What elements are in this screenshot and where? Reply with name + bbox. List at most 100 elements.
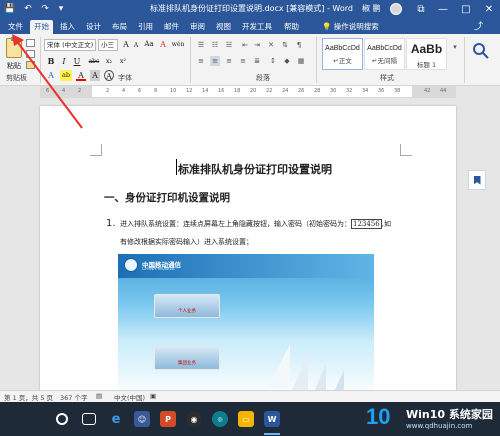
redo-icon[interactable]: ↷ — [38, 2, 52, 16]
proofing-icon[interactable]: ▤ — [96, 392, 102, 400]
list-item-line-2[interactable]: 有修改根据实际密码输入）进入系统设置； — [120, 237, 253, 247]
document-canvas[interactable]: 标准排队机身份证打印设置说明 一、身份证打印机设置说明 1. 进入排队系统设置：… — [0, 98, 500, 406]
maximize-button[interactable]: □ — [455, 0, 477, 18]
horizontal-ruler[interactable]: 6 4 2 2 4 6 8 10 12 14 16 18 20 22 24 26… — [40, 86, 456, 98]
copy-icon[interactable] — [26, 50, 35, 58]
phonetic-guide-button[interactable]: wén — [170, 39, 186, 50]
enclose-characters-button[interactable]: A — [104, 70, 114, 81]
document-section-heading[interactable]: 一、身份证打印机设置说明 — [104, 190, 230, 205]
paste-icon[interactable] — [6, 37, 22, 58]
avatar[interactable] — [390, 3, 402, 15]
subscript-button[interactable]: x₂ — [103, 56, 115, 67]
tab-developer[interactable]: 开发工具 — [238, 20, 276, 34]
tab-design[interactable]: 设计 — [82, 20, 105, 34]
justify-icon[interactable]: ≡ — [238, 56, 248, 66]
active-app-indicator — [264, 433, 280, 435]
show-marks-icon[interactable]: ¶ — [294, 40, 304, 50]
change-case-button[interactable]: Aa — [142, 39, 156, 50]
tab-help[interactable]: 帮助 — [280, 20, 303, 34]
page-count[interactable]: 第 1 页，共 5 页 — [4, 392, 53, 402]
list-item-line-1[interactable]: 进入排队系统设置：连续点屏幕左上角隐藏按钮，输入密码（初始密码为： 123456,… — [120, 219, 391, 229]
accessibility-icon[interactable]: ▣ — [150, 392, 156, 400]
file-explorer-icon[interactable]: ▭ — [238, 411, 254, 427]
chinese-layout-icon[interactable]: ✕ — [266, 40, 276, 50]
tab-file[interactable]: 文件 — [4, 20, 27, 34]
strikethrough-button[interactable]: abc — [87, 56, 101, 67]
find-icon[interactable] — [472, 42, 490, 60]
ruler-number: 36 — [378, 88, 385, 94]
tab-review[interactable]: 审阅 — [186, 20, 209, 34]
line-spacing-icon[interactable]: ↕ — [268, 56, 278, 66]
underline-button[interactable]: U — [72, 56, 82, 67]
font-name-select[interactable]: 宋体 (中文正文) — [44, 39, 96, 51]
style-name: ↵正文 — [333, 57, 352, 65]
tab-mailings[interactable]: 邮件 — [160, 20, 183, 34]
word-icon[interactable]: W — [264, 411, 280, 427]
bookmark-icon[interactable] — [468, 170, 486, 190]
tab-view[interactable]: 视图 — [212, 20, 235, 34]
paste-button-label[interactable]: 粘贴 — [7, 61, 21, 71]
text-effects-button[interactable]: A — [46, 70, 56, 81]
borders-icon[interactable]: ▦ — [296, 56, 306, 66]
document-heading-title[interactable]: 标准排队机身份证打印设置说明 — [178, 161, 332, 177]
save-icon[interactable]: 💾 — [3, 2, 17, 16]
bold-button[interactable]: B — [46, 56, 56, 67]
language-indicator[interactable]: 中文(中国) — [114, 392, 145, 402]
tab-home[interactable]: 开始 — [30, 20, 53, 34]
multilevel-list-icon[interactable]: ☱ — [224, 40, 234, 50]
align-left-icon[interactable]: ≡ — [196, 56, 206, 66]
italic-button[interactable]: I — [59, 56, 69, 67]
powerpoint-icon[interactable]: P — [160, 411, 176, 427]
align-center-icon[interactable]: ≡ — [210, 56, 220, 66]
align-right-icon[interactable]: ≡ — [224, 56, 234, 66]
numbering-icon[interactable]: ☷ — [210, 40, 220, 50]
tab-insert[interactable]: 插入 — [56, 20, 79, 34]
style-heading-1[interactable]: AaBb 标题 1 — [406, 38, 447, 70]
undo-icon[interactable]: ↶ — [21, 2, 35, 16]
close-button[interactable]: ✕ — [478, 0, 500, 18]
queue-machine-screenshot[interactable]: 中国移动通信 CHINA MOBILE 个人业务 集团业务 — [118, 254, 374, 398]
style-normal[interactable]: AaBbCcDd ↵正文 — [322, 38, 363, 70]
styles-more-icon[interactable]: ▾ — [450, 42, 460, 52]
style-sample: AaBb — [410, 42, 443, 56]
font-size-select[interactable]: 小三 — [98, 39, 118, 51]
highlight-button[interactable]: ab — [60, 70, 72, 81]
minimize-button[interactable]: — — [432, 0, 454, 18]
cut-icon[interactable] — [26, 39, 35, 47]
character-shading-button[interactable]: A — [90, 70, 100, 81]
styles-group-label: 样式 — [380, 74, 394, 82]
style-no-spacing[interactable]: AaBbCcDd ↵无间隔 — [364, 38, 405, 70]
app-icon[interactable]: ◎ — [212, 411, 228, 427]
word-count[interactable]: 367 个字 — [60, 392, 87, 402]
superscript-button[interactable]: x² — [117, 56, 129, 67]
ruler-number: 14 — [202, 88, 209, 94]
font-group-label: 字体 — [118, 74, 132, 82]
distributed-icon[interactable]: ≣ — [252, 56, 262, 66]
search-circle-icon[interactable] — [56, 413, 68, 425]
share-icon[interactable]: ⤴ — [474, 20, 483, 34]
media-icon[interactable]: ◉ — [186, 411, 202, 427]
tab-references[interactable]: 引用 — [134, 20, 157, 34]
increase-indent-icon[interactable]: ⇥ — [252, 40, 262, 50]
tell-me-search[interactable]: 💡 操作说明搜索 — [322, 20, 379, 34]
tab-layout[interactable]: 布局 — [108, 20, 131, 34]
user-name[interactable]: 椒 鹏 — [362, 3, 381, 14]
ruler-number: 28 — [314, 88, 321, 94]
bullets-icon[interactable]: ☰ — [196, 40, 206, 50]
crop-mark — [90, 144, 102, 156]
task-view-icon[interactable] — [82, 413, 96, 425]
shrink-font-button[interactable]: A — [131, 40, 141, 51]
sort-icon[interactable]: ⇅ — [280, 40, 290, 50]
ribbon-display-icon[interactable]: ⧉ — [410, 0, 432, 18]
grow-font-button[interactable]: A — [121, 39, 131, 50]
app-icon[interactable]: ☺ — [134, 411, 150, 427]
font-color-button[interactable]: A — [76, 70, 86, 81]
format-painter-icon[interactable] — [26, 61, 35, 69]
customize-toolbar-icon[interactable]: ▾ — [54, 2, 68, 16]
decrease-indent-icon[interactable]: ⇤ — [240, 40, 250, 50]
shading-icon[interactable]: ◆ — [282, 56, 292, 66]
clear-formatting-button[interactable]: A — [158, 39, 168, 50]
bookmark-shape — [473, 175, 481, 185]
document-page[interactable]: 标准排队机身份证打印设置说明 一、身份证打印机设置说明 1. 进入排队系统设置：… — [40, 106, 456, 406]
edge-browser-icon[interactable]: e — [108, 411, 124, 427]
